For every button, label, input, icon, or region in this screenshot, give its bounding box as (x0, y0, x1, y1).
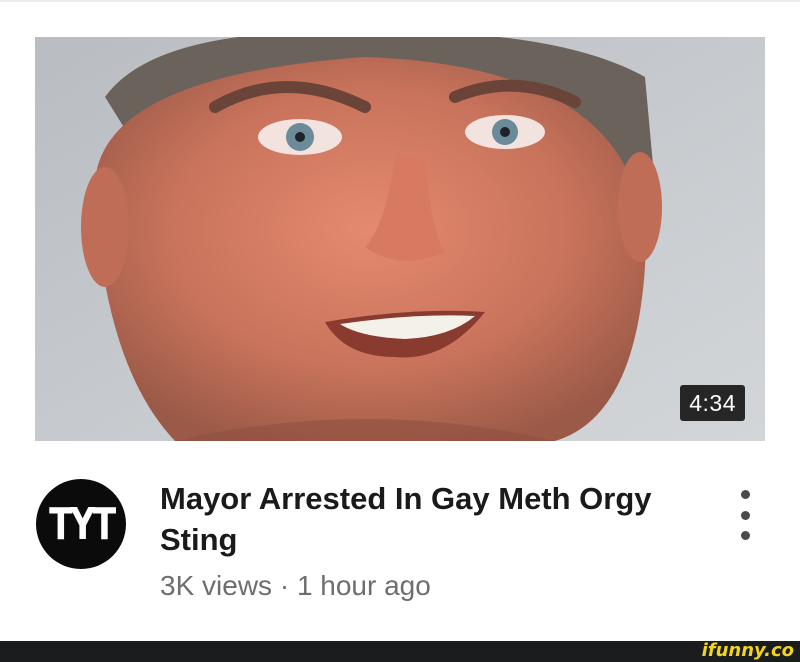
channel-logo-text: TYT (48, 498, 116, 550)
duration-badge: 4:34 (680, 385, 745, 421)
divider (0, 0, 800, 2)
thumbnail-image (35, 37, 765, 441)
video-title[interactable]: Mayor Arrested In Gay Meth Orgy Sting (160, 478, 700, 560)
video-thumbnail[interactable]: 4:34 (35, 37, 765, 441)
video-card: 4:34 TYT Mayor Arrested In Gay Meth Orgy… (0, 0, 800, 662)
watermark-bar: ifunny.co (0, 640, 800, 662)
meta-separator: · (279, 570, 290, 601)
view-count: 3K views (160, 570, 273, 601)
ifunny-watermark: ifunny.co (701, 640, 794, 661)
upload-age: 1 hour ago (296, 570, 431, 601)
menu-dot (740, 490, 750, 499)
more-vert-icon[interactable] (728, 490, 762, 540)
menu-dot (740, 510, 750, 520)
menu-dot (740, 531, 750, 540)
video-meta: 3K views · 1 hour ago (160, 570, 431, 602)
channel-avatar[interactable]: TYT (36, 479, 126, 569)
